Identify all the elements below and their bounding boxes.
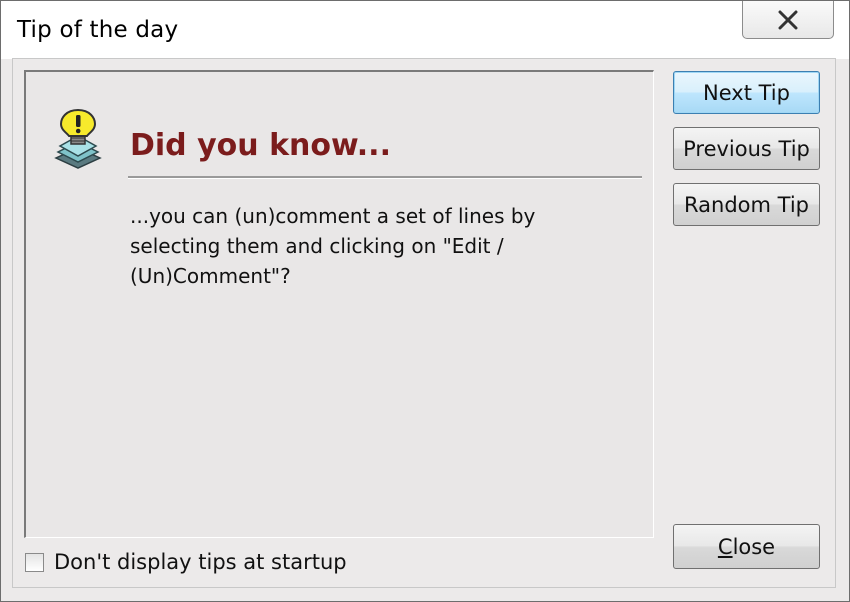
close-button[interactable]: Close [673, 524, 820, 569]
close-button-mnemonic: C [717, 534, 733, 559]
random-tip-button[interactable]: Random Tip [673, 183, 820, 226]
tip-text: ...you can (un)comment a set of lines by… [130, 204, 536, 288]
window-close-button[interactable] [742, 1, 834, 39]
tip-heading: Did you know... [130, 128, 391, 163]
title-bar: Tip of the day [1, 1, 849, 59]
close-button-label: lose [732, 534, 776, 559]
window-title: Tip of the day [17, 17, 179, 43]
close-icon [778, 10, 798, 29]
previous-tip-button[interactable]: Previous Tip [673, 127, 820, 170]
next-tip-button[interactable]: Next Tip [673, 71, 820, 114]
startup-option-row: Don't display tips at startup [25, 548, 347, 576]
lightbulb-icon [54, 108, 102, 169]
dont-display-tips-label[interactable]: Don't display tips at startup [54, 550, 347, 574]
heading-divider [128, 176, 642, 179]
dont-display-tips-checkbox[interactable] [25, 552, 44, 572]
